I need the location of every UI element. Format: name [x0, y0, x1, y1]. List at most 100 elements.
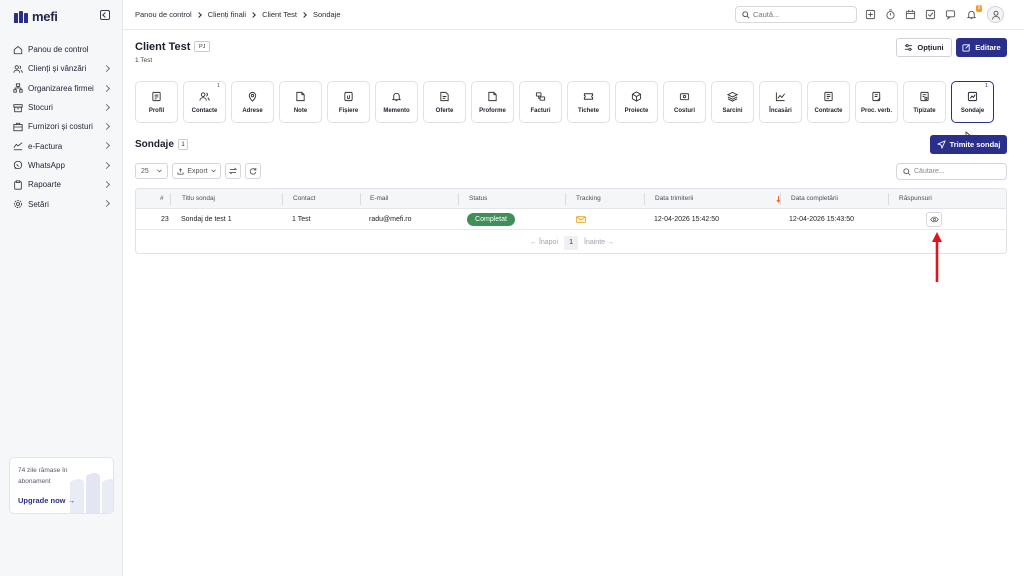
tasks-check-icon[interactable]	[925, 9, 936, 20]
sidebar-item-whatsapp[interactable]: WhatsApp	[0, 156, 123, 175]
sidebar-item-organization[interactable]: Organizarea firmei	[0, 79, 123, 98]
sidebar-item-label: Organizarea firmei	[28, 83, 94, 93]
next-page-button[interactable]: Înainte →	[584, 239, 614, 246]
box-icon	[13, 103, 23, 113]
tab-label: Memento	[383, 108, 410, 114]
send-survey-button[interactable]: Trimite sondaj	[930, 135, 1007, 154]
column-header-title[interactable]: Titlu sondaj	[182, 195, 215, 202]
table-search[interactable]	[896, 163, 1007, 180]
chat-icon[interactable]	[945, 9, 956, 20]
timer-icon[interactable]	[885, 9, 896, 20]
tab-sondaje[interactable]: 1 Sondaje	[951, 81, 994, 123]
table-toolbar: 25 Export	[135, 163, 261, 179]
edit-button[interactable]: Editare	[956, 38, 1007, 57]
column-divider	[888, 193, 889, 205]
sidebar-item-clients[interactable]: Clienți și vânzări	[0, 59, 123, 78]
org-icon	[13, 83, 23, 93]
tab-contacte[interactable]: 1 Contacte	[183, 81, 226, 123]
column-header-responses[interactable]: Răspunsuri	[899, 195, 932, 202]
global-search-input[interactable]	[753, 10, 853, 19]
tab-proiecte[interactable]: Proiecte	[615, 81, 658, 123]
logo-text: mefi	[32, 9, 58, 24]
collapse-sidebar-icon[interactable]	[100, 10, 110, 20]
cost-icon	[679, 93, 690, 101]
chevron-down-icon	[157, 169, 162, 173]
avatar[interactable]	[987, 6, 1004, 23]
cell-email[interactable]: radu@mefi.ro	[369, 216, 412, 223]
cell-contact[interactable]: 1 Test	[292, 216, 311, 223]
page-title: Client Test	[135, 41, 191, 53]
cell-title[interactable]: Sondaj de test 1	[181, 216, 232, 223]
add-icon[interactable]	[865, 9, 876, 20]
tab-memento[interactable]: Memento	[375, 81, 418, 123]
sliders-icon	[905, 44, 913, 51]
tab-costuri[interactable]: Costuri	[663, 81, 706, 123]
table-search-input[interactable]	[914, 168, 1004, 175]
tab-fisiere[interactable]: Fișiere	[327, 81, 370, 123]
cube-icon	[631, 91, 642, 102]
tab-label: Proforme	[479, 108, 506, 114]
tab-note[interactable]: Note	[279, 81, 322, 123]
column-header-completed-date[interactable]: Data completării	[791, 195, 838, 202]
refresh-button[interactable]	[245, 163, 261, 179]
column-header-tracking[interactable]: Tracking	[576, 195, 601, 202]
sidebar-item-label: e-Factura	[28, 141, 63, 151]
whatsapp-icon	[13, 160, 23, 170]
sidebar-item-stock[interactable]: Stocuri	[0, 98, 123, 117]
calendar-icon[interactable]	[905, 9, 916, 20]
breadcrumb-item-dashboard[interactable]: Panou de control	[135, 10, 192, 19]
upgrade-now-link[interactable]: Upgrade now →	[18, 496, 75, 505]
sidebar-item-settings[interactable]: Setări	[0, 194, 123, 213]
table-row[interactable]: 23 Sondaj de test 1 1 Test radu@mefi.ro …	[136, 209, 1006, 230]
contract-icon	[824, 91, 833, 102]
breadcrumb: Panou de control Clienți finali Client T…	[135, 10, 341, 19]
tab-sarcini[interactable]: Sarcini	[711, 81, 754, 123]
tab-oferte[interactable]: Oferte	[423, 81, 466, 123]
gear-icon	[13, 199, 23, 209]
entity-type-badge: PJ	[194, 41, 211, 52]
global-search[interactable]	[735, 6, 857, 23]
tab-facturi[interactable]: Facturi	[519, 81, 562, 123]
sidebar-item-label: Panou de control	[28, 45, 89, 55]
column-divider	[170, 193, 171, 205]
export-button[interactable]: Export	[172, 163, 221, 179]
column-header-id[interactable]: #	[160, 195, 164, 202]
tab-contracte[interactable]: Contracte	[807, 81, 850, 123]
breadcrumb-item-client[interactable]: Client Test	[262, 10, 297, 19]
prev-page-button[interactable]: ← Înapoi	[530, 239, 558, 246]
breadcrumb-item-clients[interactable]: Clienți finali	[208, 10, 246, 19]
sidebar-item-efactura[interactable]: e-Factura	[0, 136, 123, 155]
report-icon	[13, 180, 23, 190]
page-number-current[interactable]: 1	[564, 235, 579, 250]
tab-incasari[interactable]: Încasări	[759, 81, 802, 123]
column-header-sent-date[interactable]: Data trimiterii	[655, 195, 693, 202]
sidebar-item-suppliers[interactable]: Furnizori și costuri	[0, 117, 123, 136]
view-responses-button[interactable]	[926, 212, 942, 227]
options-label: Opțiuni	[917, 43, 944, 52]
page-size-select[interactable]: 25	[135, 163, 168, 179]
column-divider	[360, 193, 361, 205]
tab-profil[interactable]: Profil	[135, 81, 178, 123]
tab-adrese[interactable]: Adrese	[231, 81, 274, 123]
tab-tichete[interactable]: Tichete	[567, 81, 610, 123]
tab-label: Adrese	[242, 108, 263, 114]
options-button[interactable]: Opțiuni	[896, 38, 952, 57]
sidebar-item-dashboard[interactable]: Panou de control	[0, 40, 123, 59]
logo[interactable]: mefi	[14, 9, 58, 24]
column-header-contact[interactable]: Contact	[293, 195, 315, 202]
column-header-email[interactable]: E-mail	[370, 195, 388, 202]
tab-proc-verb[interactable]: Proc. verb.	[855, 81, 898, 123]
invoice-icon	[535, 92, 546, 101]
column-header-status[interactable]: Status	[469, 195, 487, 202]
tab-label: Proiecte	[624, 108, 649, 114]
tab-label: Fișiere	[338, 108, 359, 114]
file-icon	[344, 91, 353, 102]
toggle-columns-button[interactable]	[225, 163, 241, 179]
tab-tipizate[interactable]: Tipizate	[903, 81, 946, 123]
refresh-icon	[249, 168, 257, 175]
sidebar-item-reports[interactable]: Rapoarte	[0, 175, 123, 194]
tab-proforme[interactable]: Proforme	[471, 81, 514, 123]
envelope-icon	[576, 216, 586, 223]
chevron-right-icon	[102, 200, 111, 208]
tab-label: Contracte	[814, 108, 843, 114]
